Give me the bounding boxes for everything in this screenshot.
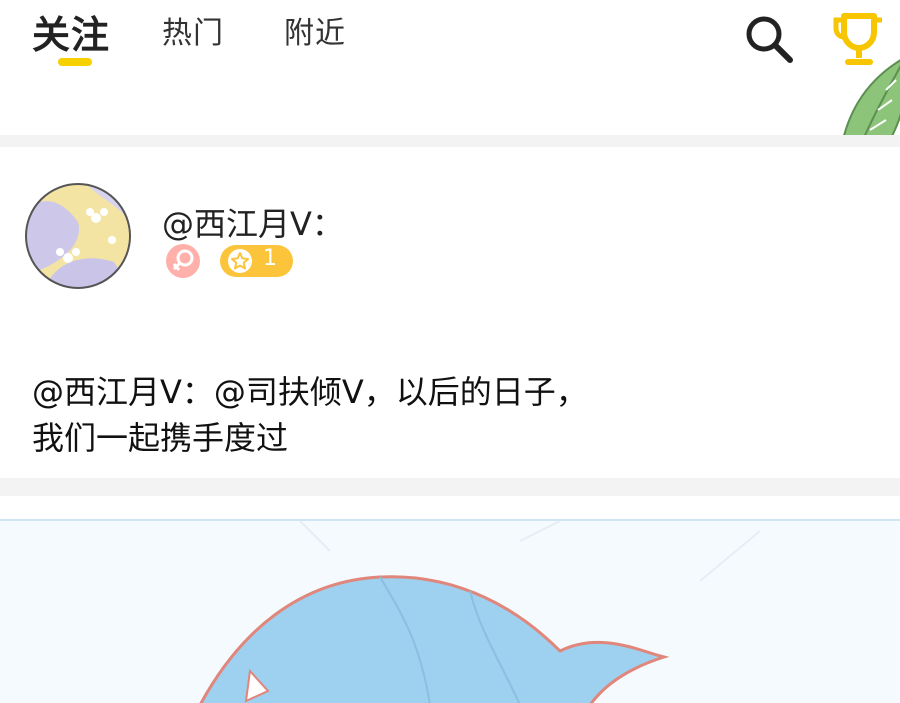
gender-badge <box>166 244 200 278</box>
divider <box>0 478 900 496</box>
gender-female-icon <box>172 249 194 271</box>
post-text-line: 我们一起携手度过 <box>32 419 289 457</box>
post-content: @西江月V：@司扶倾V，以后的日子， 我们一起携手度过 <box>32 369 812 461</box>
level-badge: 1 <box>220 245 293 277</box>
active-tab-indicator <box>58 58 92 66</box>
search-icon[interactable] <box>742 12 796 66</box>
post-image[interactable] <box>0 519 900 703</box>
tab-hot[interactable]: 热门 <box>162 8 224 52</box>
tab-following[interactable]: 关注 <box>32 4 110 59</box>
username[interactable]: @西江月V： <box>162 199 344 245</box>
illustration-image <box>199 521 761 703</box>
post-text-line: @西江月V：@司扶倾V，以后的日子， <box>32 373 588 411</box>
avatar[interactable] <box>24 182 132 290</box>
top-nav-bar: 关注 热门 附近 <box>0 0 900 202</box>
level-number: 1 <box>263 246 277 271</box>
tab-nearby[interactable]: 附近 <box>284 8 346 52</box>
divider <box>0 135 900 147</box>
star-icon <box>228 249 252 273</box>
post-card[interactable]: @西江月V： 1 @西江月V：@司扶倾V，以后的日子， 我们一起携手度过 <box>0 147 900 478</box>
